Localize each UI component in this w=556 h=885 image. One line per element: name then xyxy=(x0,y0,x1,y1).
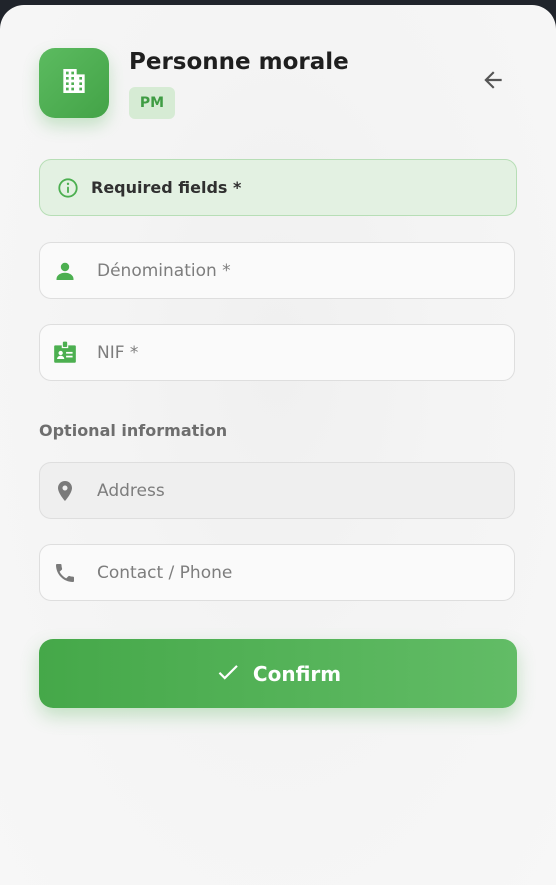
type-badge: PM xyxy=(129,87,175,119)
location-pin-icon xyxy=(52,478,78,504)
building-icon xyxy=(58,65,90,101)
info-circle-icon xyxy=(57,177,79,199)
id-badge-icon xyxy=(52,340,78,366)
nif-field[interactable] xyxy=(39,324,515,381)
address-input[interactable] xyxy=(95,479,489,502)
confirm-label: Confirm xyxy=(252,661,342,686)
contact-field[interactable] xyxy=(39,544,515,601)
denomination-input[interactable] xyxy=(95,259,489,282)
check-icon xyxy=(215,659,241,689)
person-icon xyxy=(52,258,78,284)
phone-icon xyxy=(52,560,78,586)
company-avatar xyxy=(39,48,109,118)
address-field[interactable] xyxy=(39,462,515,519)
notice-text: Required fields * xyxy=(91,178,242,197)
back-button[interactable] xyxy=(474,63,512,101)
required-fields-notice: Required fields * xyxy=(39,159,517,216)
form-sheet: Personne morale PM Required fields * Dén… xyxy=(0,5,556,885)
page-title: Personne morale xyxy=(129,49,349,75)
contact-input[interactable] xyxy=(95,561,489,584)
nif-input[interactable] xyxy=(95,341,489,364)
denomination-field[interactable] xyxy=(39,242,515,299)
optional-section-label: Optional information xyxy=(39,421,228,440)
confirm-button[interactable]: Confirm xyxy=(39,639,517,708)
arrow-left-icon xyxy=(480,67,506,97)
